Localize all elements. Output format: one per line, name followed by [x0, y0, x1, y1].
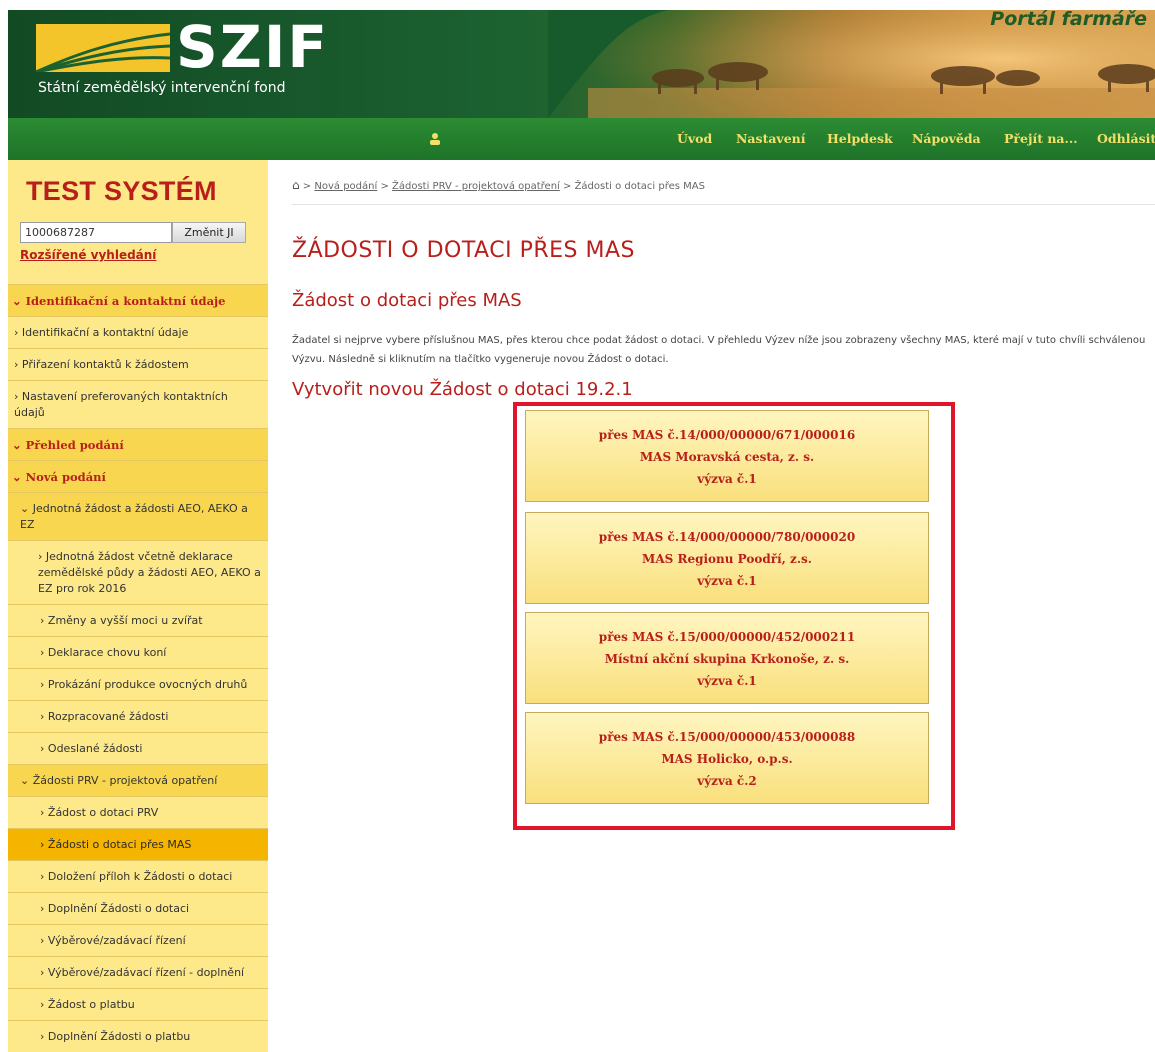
menu-item-vyberove-rizeni[interactable]: › Výběrové/zadávací řízení: [8, 924, 268, 956]
menu-item-zadost-prv[interactable]: › Žádost o dotaci PRV: [8, 796, 268, 828]
menu-group-jednotna-zadost[interactable]: ⌄ Jednotná žádost a žádosti AEO, AEKO a …: [8, 492, 268, 540]
menu-item-deklarace-kone[interactable]: › Deklarace chovu koní: [8, 636, 268, 668]
divider: [292, 204, 1155, 205]
menu-item-odeslane[interactable]: › Odeslané žádosti: [8, 732, 268, 764]
nav-napoveda[interactable]: Nápověda: [912, 131, 981, 146]
site-header: SZIF Státní zemědělský intervenční fond …: [8, 10, 1155, 118]
breadcrumb-nova-podani[interactable]: Nová podání: [314, 181, 377, 192]
breadcrumb-current: Žádosti o dotaci přes MAS: [574, 181, 705, 192]
description-text: Žadatel si nejprve vybere příslušnou MAS…: [292, 335, 1146, 365]
system-title: TEST SYSTÉM: [26, 176, 217, 206]
szif-logo-text: SZIF: [176, 13, 330, 81]
menu-item-zadost-o-platbu[interactable]: › Žádost o platbu: [8, 988, 268, 1020]
portal-title: Portál farmáře: [990, 10, 1147, 30]
menu-section-identifikacni[interactable]: ⌄ Identifikační a kontaktní údaje: [8, 284, 268, 316]
szif-logo-icon: [36, 24, 170, 72]
nav-odhlasit[interactable]: Odhlásit: [1097, 131, 1155, 146]
menu-item-rozpracovane[interactable]: › Rozpracované žádosti: [8, 700, 268, 732]
menu-item-zadosti-mas[interactable]: › Žádosti o dotaci přes MAS: [8, 828, 268, 860]
menu-item-prirazeni-kontaktu[interactable]: › Přiřazení kontaktů k žádostem: [8, 348, 268, 380]
sidebar: TEST SYSTÉM Změnit JI Rozšířené vyhledán…: [8, 160, 268, 1052]
sidebar-menu: ⌄ Identifikační a kontaktní údaje › Iden…: [8, 284, 268, 1052]
nav-prejit-na[interactable]: Přejít na...: [1004, 131, 1078, 146]
section-title: Žádost o dotaci přes MAS: [292, 290, 522, 311]
nav-uvod[interactable]: Úvod: [677, 131, 712, 146]
menu-item-doplneni-zadosti[interactable]: › Doplnění Žádosti o dotaci: [8, 892, 268, 924]
menu-item-produkce-ovoce[interactable]: › Prokázání produkce ovocných druhů: [8, 668, 268, 700]
mas-button-moravska-cesta[interactable]: přes MAS č.14/000/00000/671/000016 MAS Mo…: [525, 410, 929, 502]
header-subtitle: Státní zemědělský intervenční fond: [38, 80, 286, 96]
menu-item-jednotna-zadost-2016[interactable]: › Jednotná žádost včetně deklarace zeměd…: [8, 540, 268, 604]
user-icon[interactable]: [428, 132, 442, 146]
advanced-search-link[interactable]: Rozšířené vyhledání: [20, 248, 156, 262]
menu-item-doplneni-platby[interactable]: › Doplnění Žádosti o platbu: [8, 1020, 268, 1052]
menu-item-zmeny-vyssi-moci[interactable]: › Změny a vyšší moci u zvířat: [8, 604, 268, 636]
breadcrumb: ⌂ > Nová podání > Žádosti PRV - projekto…: [292, 178, 705, 192]
menu-item-vyberove-rizeni-doplneni[interactable]: › Výběrové/zadávací řízení - doplnění: [8, 956, 268, 988]
mas-button-krkonose[interactable]: přes MAS č.15/000/00000/452/000211 Místní…: [525, 612, 929, 704]
menu-item-dolozeni-priloh[interactable]: › Doložení příloh k Žádosti o dotaci: [8, 860, 268, 892]
menu-item-identifikacni[interactable]: › Identifikační a kontaktní údaje: [8, 316, 268, 348]
page-title: ŽÁDOSTI O DOTACI PŘES MAS: [292, 238, 635, 263]
top-navigation: Úvod Nastavení Helpdesk Nápověda Přejít …: [8, 118, 1155, 160]
nav-nastaveni[interactable]: Nastavení: [736, 131, 806, 146]
create-request-title: Vytvořit novou Žádost o dotaci 19.2.1: [292, 379, 633, 400]
mas-button-holicko[interactable]: přes MAS č.15/000/00000/453/000088 MAS Ho…: [525, 712, 929, 804]
nav-helpdesk[interactable]: Helpdesk: [827, 131, 893, 146]
home-icon[interactable]: ⌂: [292, 178, 300, 192]
menu-item-preferovane-kontakty[interactable]: › Nastavení preferovaných kontaktních úd…: [8, 380, 268, 428]
subject-id-input[interactable]: [20, 222, 172, 243]
menu-section-prehled-podani[interactable]: ⌄ Přehled podání: [8, 428, 268, 460]
mas-button-regionu-poodri[interactable]: přes MAS č.14/000/00000/780/000020 MAS Re…: [525, 512, 929, 604]
change-ji-button[interactable]: Změnit JI: [172, 222, 246, 243]
breadcrumb-zadosti-prv[interactable]: Žádosti PRV - projektová opatření: [392, 181, 560, 192]
menu-group-zadosti-prv[interactable]: ⌄ Žádosti PRV - projektová opatření: [8, 764, 268, 796]
menu-section-nova-podani[interactable]: ⌄ Nová podání: [8, 460, 268, 492]
